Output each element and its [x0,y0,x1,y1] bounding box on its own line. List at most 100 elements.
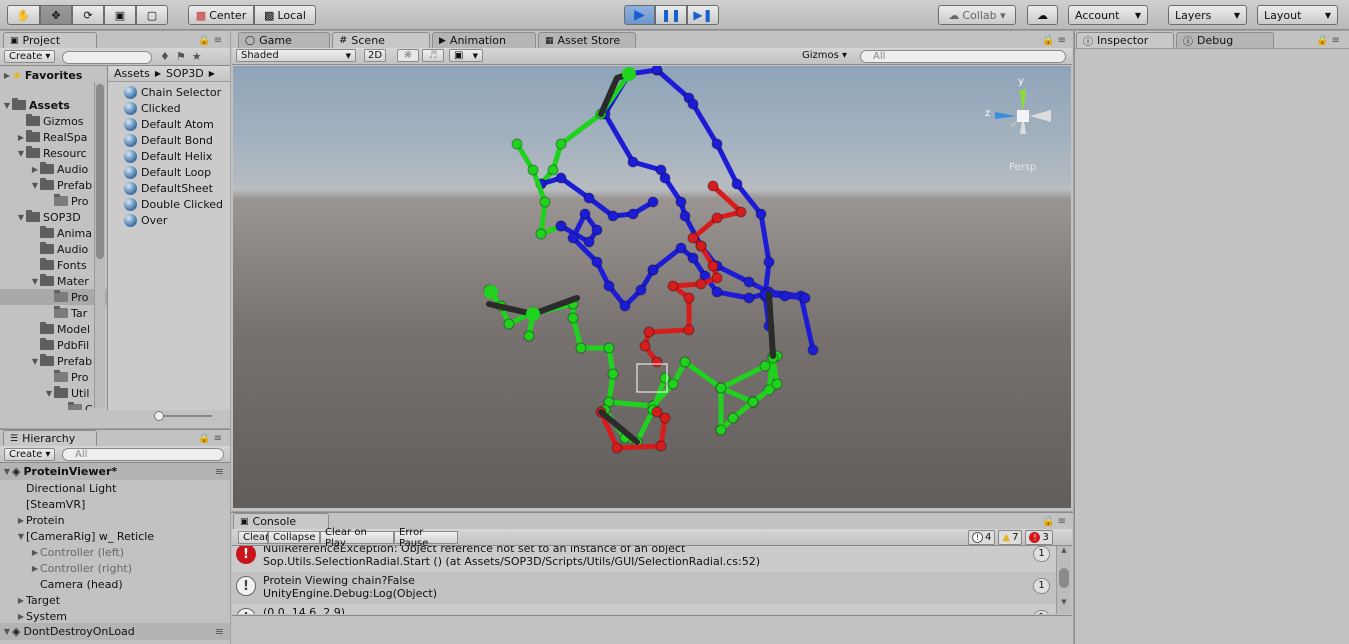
z-axis-cone[interactable] [995,112,1016,119]
molecule-atom[interactable] [687,252,699,264]
molecule-atom[interactable] [622,67,636,81]
hierarchy-create-button[interactable]: Create ▾ [4,448,56,461]
molecule-atom[interactable] [555,220,567,232]
hand-tool-button[interactable]: ✋ [7,5,40,25]
molecule-atom[interactable] [503,318,515,330]
molecule-atom[interactable] [651,406,663,418]
molecule-atom[interactable] [575,342,587,354]
material-file-item[interactable]: Double Clicked [124,196,223,212]
material-file-item[interactable]: Default Helix [124,148,212,164]
molecule-atom[interactable] [755,208,767,220]
molecule-atom[interactable] [539,196,551,208]
molecule-atom[interactable] [627,208,639,220]
console-log-entry[interactable]: ! (0.0, 14.6, 2.9) 1 [232,604,1056,614]
search-filter-icons[interactable]: ♦⚑★ [160,50,208,63]
warning-filter-toggle[interactable]: ▲ 7 [998,530,1023,545]
molecule-atom[interactable] [583,236,595,248]
expand-arrow-icon[interactable]: ▼ [30,357,40,366]
panel-menu-icon[interactable]: 🔒 ≡ [1042,35,1066,46]
console-clear-button[interactable]: Clear [238,531,269,544]
scroll-up-arrow[interactable]: ▲ [1057,546,1071,554]
molecule-atom[interactable] [603,342,615,354]
hierarchy-item[interactable]: Camera (head) [30,576,123,592]
molecule-atom[interactable] [743,276,755,288]
tab-asset-store[interactable]: ▦ Asset Store [538,32,636,48]
molecule-atom[interactable] [707,260,719,272]
project-tree-scrollbar[interactable] [94,82,105,408]
molecule-atom[interactable] [647,264,659,276]
molecule-atom[interactable] [711,272,723,284]
molecule-atom[interactable] [567,232,579,244]
collab-dropdown[interactable]: ☁ Collab ▾ [938,5,1016,25]
hierarchy-item[interactable]: ▶ System [16,608,67,624]
hierarchy-item[interactable]: ▶ Controller (right) [30,560,132,576]
play-button[interactable]: ▶ [624,5,655,25]
scroll-thumb[interactable] [1059,568,1069,588]
molecule-atom[interactable] [655,440,667,452]
molecule-atom[interactable] [771,378,783,390]
tab-game[interactable]: ◯ Game [238,32,330,48]
expand-arrow-icon[interactable]: ▼ [16,213,26,222]
dontdestroy-row[interactable]: ▼ ◈ DontDestroyOnLoad ≡ [0,623,230,640]
layout-dropdown[interactable]: Layout ▼ [1257,5,1338,25]
favorites-row[interactable]: ▶ ★ Favorites [2,67,82,83]
molecule-atom[interactable] [635,284,647,296]
account-dropdown[interactable]: Account ▼ [1068,5,1148,25]
expand-arrow-icon[interactable]: ▼ [16,532,26,541]
gizmos-dropdown[interactable]: Gizmos ▾ [802,50,847,61]
molecule-bond-chain[interactable] [642,183,744,365]
scroll-thumb[interactable] [96,84,104,259]
2d-toggle[interactable]: 2D [364,49,386,62]
molecule-atom[interactable] [603,280,615,292]
molecule-atom[interactable] [583,192,595,204]
console-error-pause-button[interactable]: Error Pause [394,527,458,549]
hierarchy-item[interactable]: [SteamVR] [16,496,85,512]
expand-arrow-icon[interactable]: ▼ [30,181,40,190]
material-file-item[interactable]: DefaultSheet [124,180,213,196]
scene-orientation-gizmo[interactable]: y z Persp [983,72,1063,182]
console-scrollbar[interactable]: ▲ ▼ [1056,546,1071,614]
molecule-atom[interactable] [547,164,559,176]
console-collapse-button[interactable]: Collapse [268,531,320,544]
molecule-atom[interactable] [639,340,651,352]
molecule-atom[interactable] [759,360,771,372]
tree-item-11[interactable]: Pro [0,289,107,305]
molecule-atom[interactable] [651,356,663,368]
material-file-item[interactable]: Clicked [124,100,181,116]
expand-arrow-icon[interactable]: ▼ [44,389,54,398]
expand-arrow-icon[interactable]: ▶ [16,516,26,525]
scene-viewport[interactable]: y z Persp [233,66,1071,508]
tab-console[interactable]: ▣ Console [233,513,329,529]
panel-menu-icon[interactable]: 🔒 ≡ [1316,35,1340,46]
molecule-atom[interactable] [679,210,691,222]
molecule-atom[interactable] [683,324,695,336]
molecule-atom[interactable] [675,196,687,208]
molecule-atom[interactable] [711,212,723,224]
panel-menu-icon[interactable]: 🔒 ≡ [198,35,222,46]
console-log-entry[interactable]: ! Protein Viewing chain?False UnityEngine.… [232,572,1056,604]
scene-menu-icon[interactable]: ≡ [215,465,224,478]
x-axis-cone[interactable] [1031,102,1041,112]
slider-knob[interactable] [154,411,164,421]
molecule-atom[interactable] [535,228,547,240]
breadcrumb-sop3d[interactable]: SOP3D [166,67,204,80]
molecule-atom[interactable] [735,206,747,218]
breadcrumb-assets[interactable]: Assets [114,67,150,80]
hierarchy-item[interactable]: ▶ Protein [16,512,65,528]
molecule-atom[interactable] [763,256,775,268]
scene-search-input[interactable]: All [860,50,1066,63]
molecule-atom[interactable] [711,138,723,150]
molecule-atom[interactable] [807,344,819,356]
molecule-atom[interactable] [779,290,791,302]
expand-arrow-icon[interactable]: ▼ [30,277,40,286]
molecule-atom[interactable] [567,312,579,324]
expand-arrow-icon[interactable]: ▶ [16,133,26,142]
rotate-tool-button[interactable]: ⟳ [72,5,104,25]
tab-debug[interactable]: ⓘ Debug [1176,32,1274,48]
project-search-input[interactable] [62,51,152,64]
scale-tool-button[interactable]: ▣ [104,5,136,25]
lighting-toggle[interactable]: ☼ [397,49,419,62]
molecule-atom[interactable] [579,208,591,220]
molecule-atom[interactable] [647,196,659,208]
molecule-atom[interactable] [687,98,699,110]
